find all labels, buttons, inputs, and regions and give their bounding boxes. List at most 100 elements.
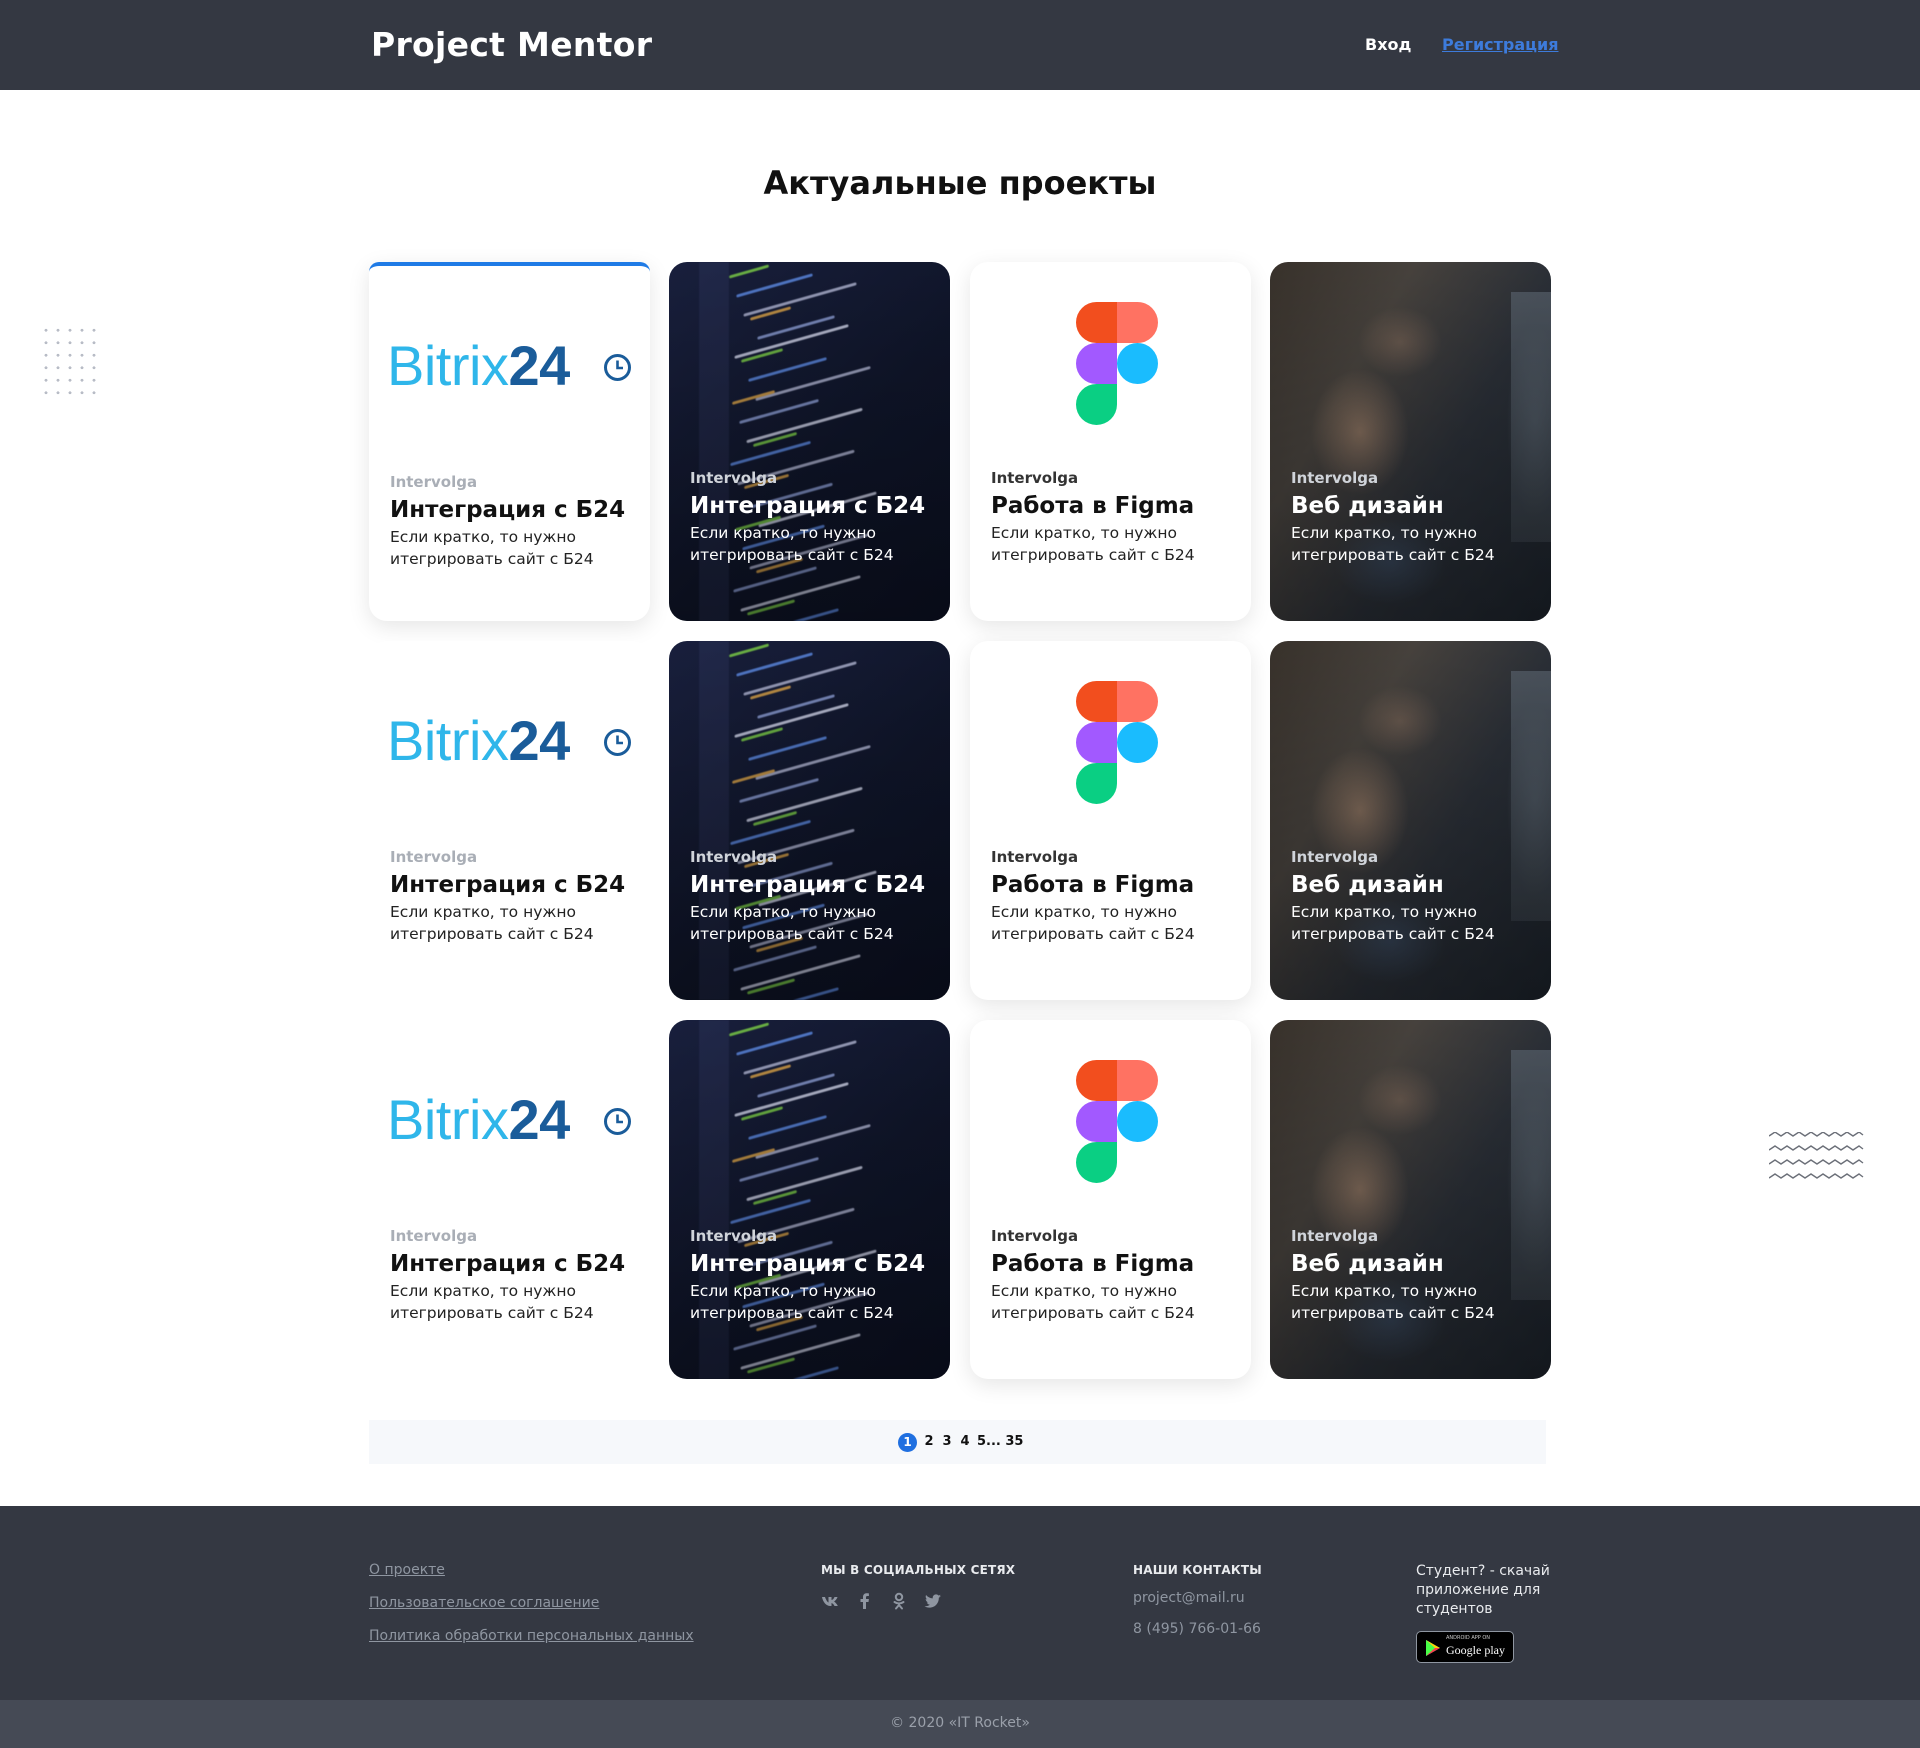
page-link[interactable]: 3 bbox=[941, 1432, 953, 1452]
card-description: Если кратко, то нужно итегрировать сайт … bbox=[390, 903, 594, 943]
google-play-small-label: ANDROID APP ON bbox=[1446, 1635, 1491, 1641]
card-company: Intervolga bbox=[991, 469, 1079, 487]
card-title: Интеграция с Б24 bbox=[390, 497, 626, 523]
card-description: Если кратко, то нужно итегрировать сайт … bbox=[991, 524, 1195, 564]
bitrix-logo-number: 24 bbox=[508, 1088, 570, 1151]
card-company: Intervolga bbox=[390, 473, 478, 491]
project-card[interactable]: Bitrix24 Intervolga Интеграция с Б24 Если к… bbox=[369, 262, 650, 621]
pagination-pages: 1 2 3 4 5... 35 bbox=[898, 1432, 1023, 1452]
bitrix-logo-number: 24 bbox=[508, 334, 570, 397]
card-description: Если кратко, то нужно итегрировать сайт … bbox=[991, 1282, 1195, 1322]
card-title: Интеграция с Б24 bbox=[690, 1251, 926, 1277]
figma-logo bbox=[1076, 681, 1158, 804]
contacts-heading: НАШИ КОНТАКТЫ bbox=[1133, 1563, 1262, 1577]
footer-social: МЫ В СОЦИАЛЬНЫХ СЕТЯХ bbox=[821, 1563, 1015, 1611]
footer-contacts: НАШИ КОНТАКТЫ project@mail.ru 8 (495) 76… bbox=[1133, 1563, 1262, 1639]
contact-phone[interactable]: 8 (495) 766-01-66 bbox=[1133, 1620, 1262, 1639]
card-description: Если кратко, то нужно итегрировать сайт … bbox=[690, 524, 894, 564]
student-app-text: Студент? - скачай приложение для студент… bbox=[1416, 1563, 1550, 1617]
bitrix-logo-number: 24 bbox=[508, 709, 570, 772]
card-company: Intervolga bbox=[1291, 848, 1379, 866]
google-play-button[interactable]: ANDROID APP ON Google play bbox=[1416, 1631, 1514, 1663]
card-title: Работа в Figma bbox=[991, 1251, 1195, 1277]
project-card[interactable]: Intervolga Работа в Figma Если кратко, то … bbox=[970, 641, 1251, 1000]
card-title: Работа в Figma bbox=[991, 493, 1195, 519]
page-link[interactable]: 4 bbox=[959, 1432, 971, 1452]
contact-email[interactable]: project@mail.ru bbox=[1133, 1589, 1262, 1608]
site-header: Project Mentor Вход Регистрация bbox=[0, 0, 1920, 90]
card-description: Если кратко, то нужно итегрировать сайт … bbox=[1291, 1282, 1495, 1322]
footer-link-about[interactable]: О проекте bbox=[369, 1562, 694, 1579]
facebook-icon[interactable] bbox=[855, 1591, 875, 1611]
bitrix24-logo: Bitrix24 bbox=[387, 338, 570, 394]
card-company: Intervolga bbox=[991, 848, 1079, 866]
project-card[interactable]: Intervolga Веб дизайн Если кратко, то нужн… bbox=[1270, 262, 1551, 621]
project-card[interactable]: Intervolga Работа в Figma Если кратко, то … bbox=[970, 262, 1251, 621]
card-description: Если кратко, то нужно итегрировать сайт … bbox=[991, 903, 1195, 943]
bitrix-logo-text: Bitrix bbox=[387, 1088, 509, 1151]
footer-link-agreement[interactable]: Пользовательское соглашение bbox=[369, 1595, 694, 1612]
odnoklassniki-icon[interactable] bbox=[889, 1591, 909, 1611]
card-description: Если кратко, то нужно итегрировать сайт … bbox=[1291, 903, 1495, 943]
google-play-icon bbox=[1426, 1640, 1440, 1656]
card-description: Если кратко, то нужно итегрировать сайт … bbox=[1291, 524, 1495, 564]
google-play-label: Google play bbox=[1446, 1643, 1505, 1657]
footer-link-privacy[interactable]: Политика обработки персональных данных bbox=[369, 1628, 694, 1645]
project-card[interactable]: Intervolga Интеграция с Б24 Если кратко, т… bbox=[669, 641, 950, 1000]
card-company: Intervolga bbox=[1291, 1227, 1379, 1245]
footer-links: О проекте Пользовательское соглашение По… bbox=[369, 1562, 694, 1661]
vk-icon[interactable] bbox=[821, 1591, 841, 1611]
card-company: Intervolga bbox=[991, 1227, 1079, 1245]
card-description: Если кратко, то нужно итегрировать сайт … bbox=[690, 903, 894, 943]
copyright-bar: © 2020 «IT Rocket» bbox=[0, 1700, 1920, 1748]
card-title: Веб дизайн bbox=[1291, 493, 1444, 519]
figma-logo bbox=[1076, 302, 1158, 425]
clock-icon bbox=[604, 729, 631, 756]
card-company: Intervolga bbox=[390, 1227, 478, 1245]
project-card[interactable]: Intervolga Веб дизайн Если кратко, то нужн… bbox=[1270, 1020, 1551, 1379]
site-logo[interactable]: Project Mentor bbox=[371, 25, 652, 64]
page-link[interactable]: 1 bbox=[898, 1432, 917, 1452]
card-company: Intervolga bbox=[1291, 469, 1379, 487]
card-title: Веб дизайн bbox=[1291, 872, 1444, 898]
card-company: Intervolga bbox=[690, 1227, 778, 1245]
bitrix24-logo: Bitrix24 bbox=[387, 1092, 570, 1148]
page-link[interactable]: 2 bbox=[923, 1432, 935, 1452]
card-title: Интеграция с Б24 bbox=[390, 1251, 626, 1277]
pagination: 1 2 3 4 5... 35 bbox=[369, 1420, 1546, 1464]
project-card[interactable]: Intervolga Интеграция с Б24 Если кратко, т… bbox=[669, 1020, 950, 1379]
card-description: Если кратко, то нужно итегрировать сайт … bbox=[390, 528, 594, 568]
page-link[interactable]: 5... 35 bbox=[977, 1432, 1023, 1452]
footer-app: Студент? - скачай приложение для студент… bbox=[1416, 1562, 1551, 1663]
bitrix24-logo: Bitrix24 bbox=[387, 713, 570, 769]
project-card[interactable]: Intervolga Веб дизайн Если кратко, то нужн… bbox=[1270, 641, 1551, 1000]
card-title: Интеграция с Б24 bbox=[690, 872, 926, 898]
dots-decoration bbox=[40, 324, 96, 402]
figma-logo bbox=[1076, 1060, 1158, 1183]
card-title: Интеграция с Б24 bbox=[390, 872, 626, 898]
card-title: Работа в Figma bbox=[991, 872, 1195, 898]
social-heading: МЫ В СОЦИАЛЬНЫХ СЕТЯХ bbox=[821, 1563, 1016, 1577]
twitter-icon[interactable] bbox=[923, 1591, 943, 1611]
bitrix-logo-text: Bitrix bbox=[387, 334, 509, 397]
copyright: © 2020 «IT Rocket» bbox=[890, 1715, 1030, 1731]
bitrix-logo-text: Bitrix bbox=[387, 709, 509, 772]
clock-icon bbox=[604, 354, 631, 381]
site-footer: О проекте Пользовательское соглашение По… bbox=[0, 1506, 1920, 1700]
project-card[interactable]: Intervolga Интеграция с Б24 Если кратко, т… bbox=[669, 262, 950, 621]
card-description: Если кратко, то нужно итегрировать сайт … bbox=[690, 1282, 894, 1322]
clock-icon bbox=[604, 1108, 631, 1135]
project-card[interactable]: Bitrix24 Intervolga Интеграция с Б24 Если к… bbox=[369, 641, 650, 1000]
waves-decoration bbox=[1769, 1132, 1864, 1179]
card-company: Intervolga bbox=[690, 848, 778, 866]
project-card[interactable]: Intervolga Работа в Figma Если кратко, то … bbox=[970, 1020, 1251, 1379]
card-title: Интеграция с Б24 bbox=[690, 493, 926, 519]
card-title: Веб дизайн bbox=[1291, 1251, 1444, 1277]
project-card[interactable]: Bitrix24 Intervolga Интеграция с Б24 Если к… bbox=[369, 1020, 650, 1379]
card-company: Intervolga bbox=[690, 469, 778, 487]
register-link[interactable]: Регистрация bbox=[1442, 35, 1559, 54]
login-link[interactable]: Вход bbox=[1365, 35, 1411, 54]
card-description: Если кратко, то нужно итегрировать сайт … bbox=[390, 1282, 594, 1322]
card-company: Intervolga bbox=[390, 848, 478, 866]
page-title: Актуальные проекты bbox=[763, 164, 1157, 202]
